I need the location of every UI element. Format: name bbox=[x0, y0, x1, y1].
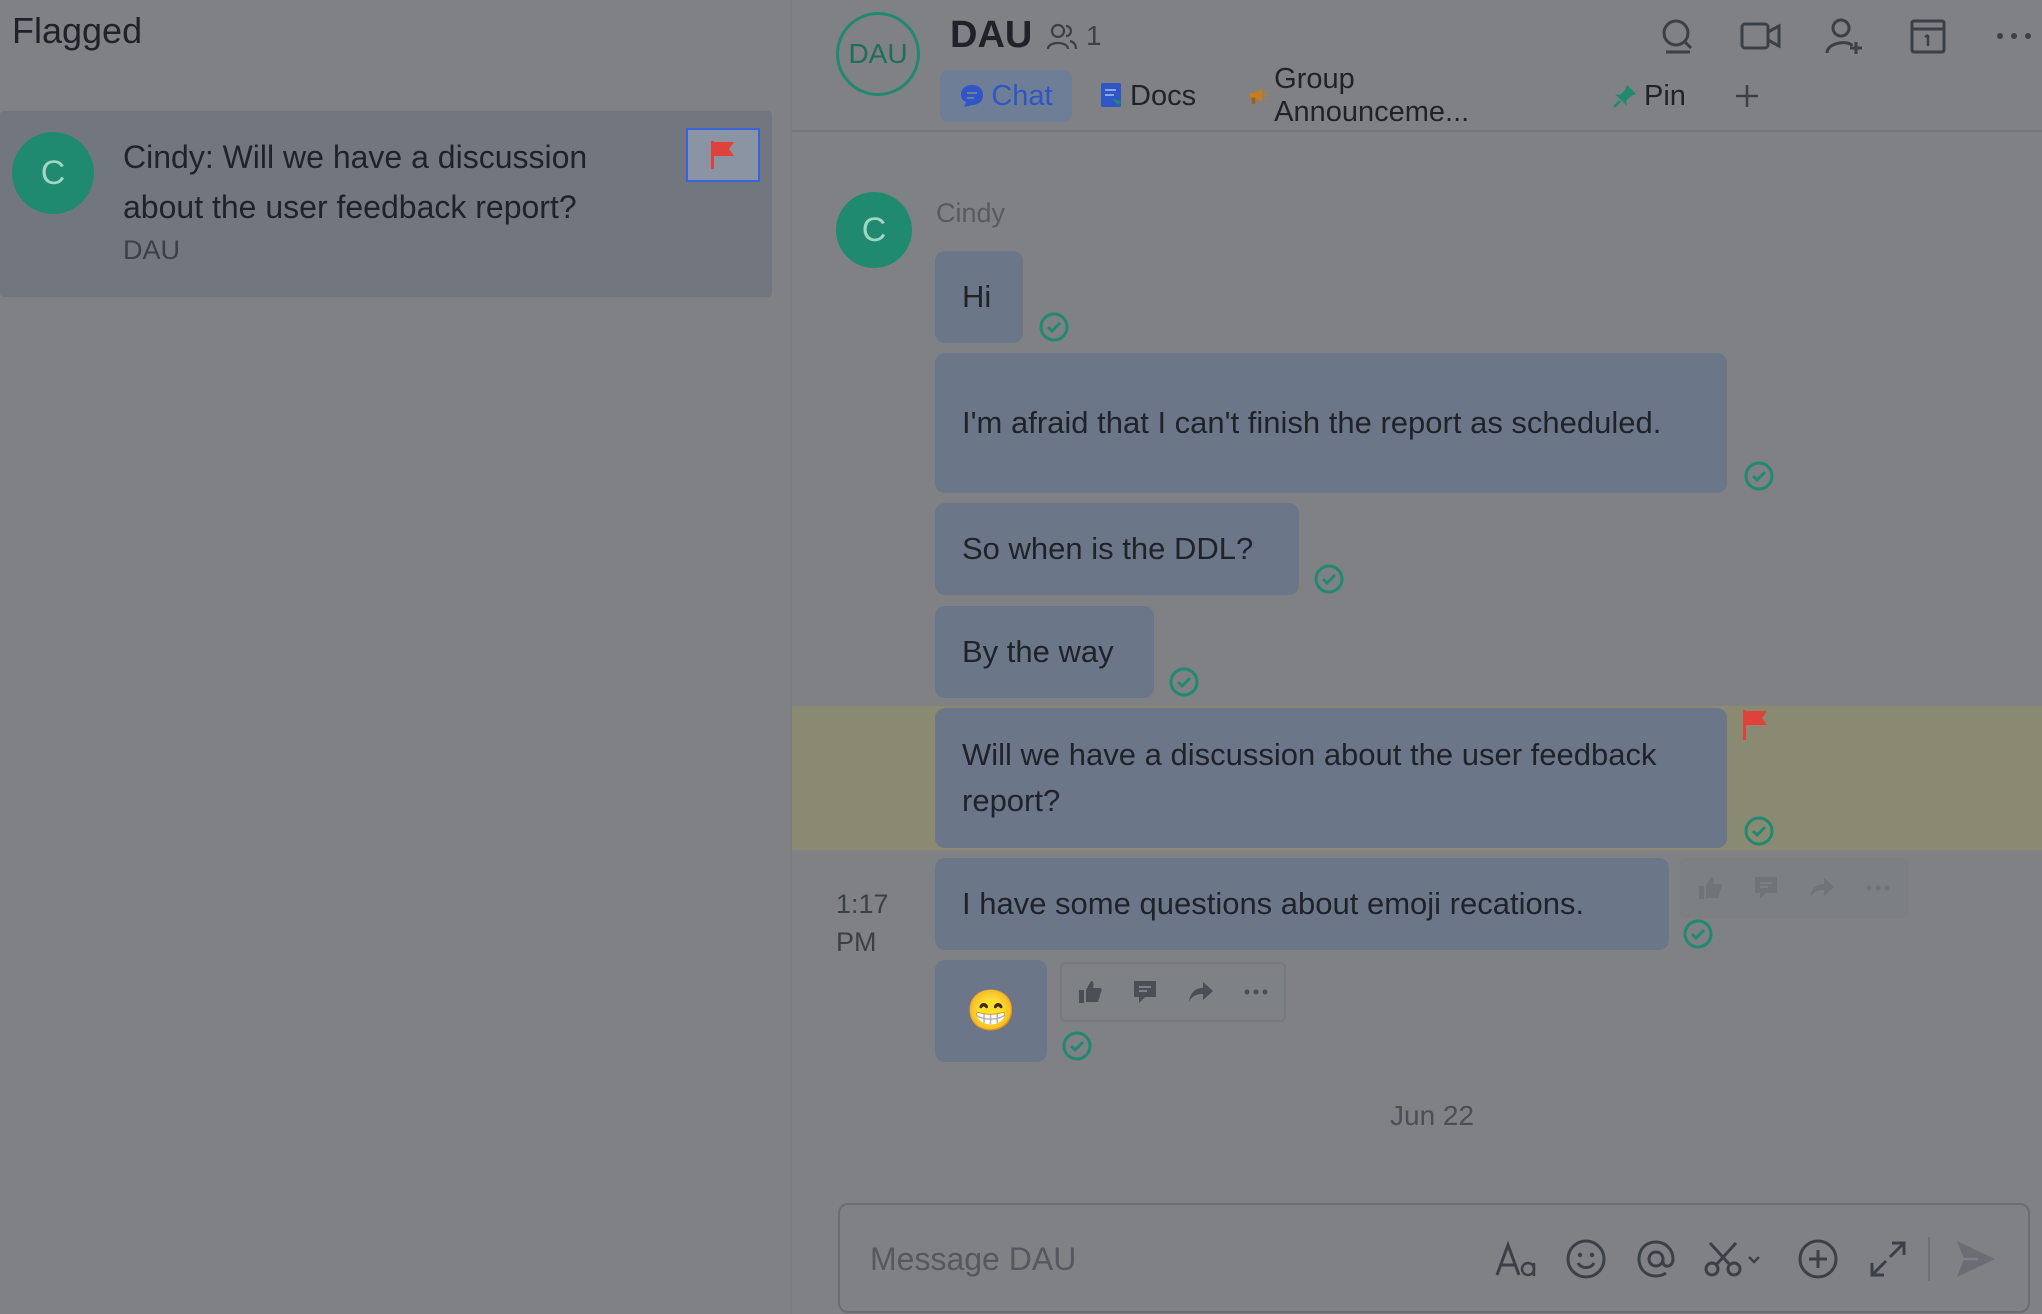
send-icon[interactable] bbox=[1952, 1235, 2000, 1283]
text-format-icon[interactable] bbox=[1492, 1235, 1540, 1283]
reply-icon[interactable] bbox=[1738, 860, 1794, 916]
avatar-letter: C bbox=[40, 153, 66, 192]
plus-icon bbox=[1736, 85, 1758, 107]
sender-avatar[interactable]: C bbox=[836, 192, 912, 268]
emoji-message-text: 😁 bbox=[966, 989, 1016, 1033]
expand-icon[interactable] bbox=[1864, 1235, 1912, 1283]
panel-divider bbox=[790, 0, 792, 1314]
flagged-message-text[interactable]: Cindy: Will we have a discussion about t… bbox=[123, 132, 663, 232]
read-check-icon bbox=[1743, 460, 1775, 492]
tab-label: Chat bbox=[991, 79, 1053, 112]
reply-icon[interactable] bbox=[1118, 964, 1174, 1020]
add-tab-button[interactable] bbox=[1734, 70, 1760, 122]
emoji-icon[interactable] bbox=[1562, 1235, 1610, 1283]
avatar[interactable]: C bbox=[12, 132, 94, 214]
tab-group-announcement[interactable]: Group Announceme... bbox=[1248, 63, 1477, 128]
toolbar-divider bbox=[1928, 1237, 1930, 1281]
search-icon[interactable] bbox=[1658, 16, 1698, 56]
flag-icon bbox=[711, 141, 734, 169]
more-icon[interactable] bbox=[1994, 16, 2034, 56]
message-action-bar bbox=[1060, 962, 1286, 1022]
tab-chat[interactable]: Chat bbox=[940, 70, 1072, 122]
tab-label: Docs bbox=[1130, 79, 1197, 112]
avatar-letter: C bbox=[861, 210, 887, 249]
forward-icon[interactable] bbox=[1794, 860, 1850, 916]
flag-icon[interactable] bbox=[1740, 708, 1770, 742]
mention-icon[interactable] bbox=[1632, 1235, 1680, 1283]
add-icon[interactable] bbox=[1794, 1235, 1842, 1283]
pin-icon bbox=[1613, 85, 1636, 108]
sender-name[interactable]: Cindy bbox=[936, 198, 1005, 229]
tab-label: Pin bbox=[1644, 79, 1686, 112]
read-check-icon bbox=[1168, 666, 1200, 698]
megaphone-icon bbox=[1249, 88, 1268, 104]
read-check-icon bbox=[1061, 1030, 1093, 1062]
message-text: By the way bbox=[962, 634, 1114, 669]
read-check-icon bbox=[1313, 563, 1345, 595]
header-divider bbox=[792, 130, 2042, 132]
group-avatar[interactable]: DAU bbox=[836, 12, 920, 96]
message-time: 1:17 PM bbox=[836, 885, 889, 961]
message-text: Hi bbox=[962, 279, 992, 314]
add-member-icon[interactable] bbox=[1824, 16, 1864, 56]
chat-bubble-icon bbox=[961, 85, 984, 107]
video-call-icon[interactable] bbox=[1740, 16, 1781, 56]
tab-pin[interactable]: Pin bbox=[1612, 70, 1686, 122]
thumbs-up-icon[interactable] bbox=[1062, 964, 1118, 1020]
message-bubble[interactable]: I have some questions about emoji recati… bbox=[935, 858, 1669, 950]
message-text: Will we have a discussion about the user… bbox=[962, 737, 1657, 818]
message-text: I have some questions about emoji recati… bbox=[962, 886, 1585, 921]
doc-icon bbox=[1101, 83, 1122, 107]
message-action-bar bbox=[1680, 858, 1908, 918]
read-check-icon bbox=[1743, 815, 1775, 847]
message-bubble[interactable]: By the way bbox=[935, 606, 1154, 698]
tab-docs[interactable]: Docs bbox=[1100, 70, 1196, 122]
read-check-icon bbox=[1038, 311, 1070, 343]
time-line: 1:17 bbox=[836, 889, 889, 919]
screenshot-icon[interactable] bbox=[1702, 1235, 1766, 1283]
read-check-icon bbox=[1682, 918, 1714, 950]
message-text: I'm afraid that I can't finish the repor… bbox=[962, 405, 1662, 440]
more-icon[interactable] bbox=[1850, 860, 1906, 916]
member-count[interactable]: 1 bbox=[1086, 20, 1102, 52]
more-icon[interactable] bbox=[1229, 964, 1285, 1020]
tab-label: Group Announceme... bbox=[1274, 63, 1470, 128]
message-composer bbox=[838, 1203, 2030, 1313]
forward-icon[interactable] bbox=[1173, 964, 1229, 1020]
emoji-message-bubble[interactable]: 😁 bbox=[935, 960, 1047, 1062]
message-bubble-flagged[interactable]: Will we have a discussion about the user… bbox=[935, 708, 1727, 848]
message-text: So when is the DDL? bbox=[962, 531, 1254, 566]
thumbs-up-icon[interactable] bbox=[1682, 860, 1738, 916]
time-line: PM bbox=[836, 927, 877, 957]
message-bubble[interactable]: Hi bbox=[935, 251, 1023, 343]
chat-title[interactable]: DAU bbox=[950, 14, 1032, 57]
message-bubble[interactable]: So when is the DDL? bbox=[935, 503, 1299, 595]
calendar-icon[interactable] bbox=[1908, 16, 1948, 56]
members-icon[interactable] bbox=[1046, 22, 1078, 52]
flagged-message-chat-name: DAU bbox=[123, 235, 181, 265]
message-input[interactable] bbox=[868, 1233, 1452, 1285]
date-separator: Jun 22 bbox=[1390, 1100, 1475, 1131]
panel-title: Flagged bbox=[12, 10, 143, 51]
message-bubble[interactable]: I'm afraid that I can't finish the repor… bbox=[935, 353, 1727, 493]
unflag-button[interactable] bbox=[686, 128, 760, 182]
